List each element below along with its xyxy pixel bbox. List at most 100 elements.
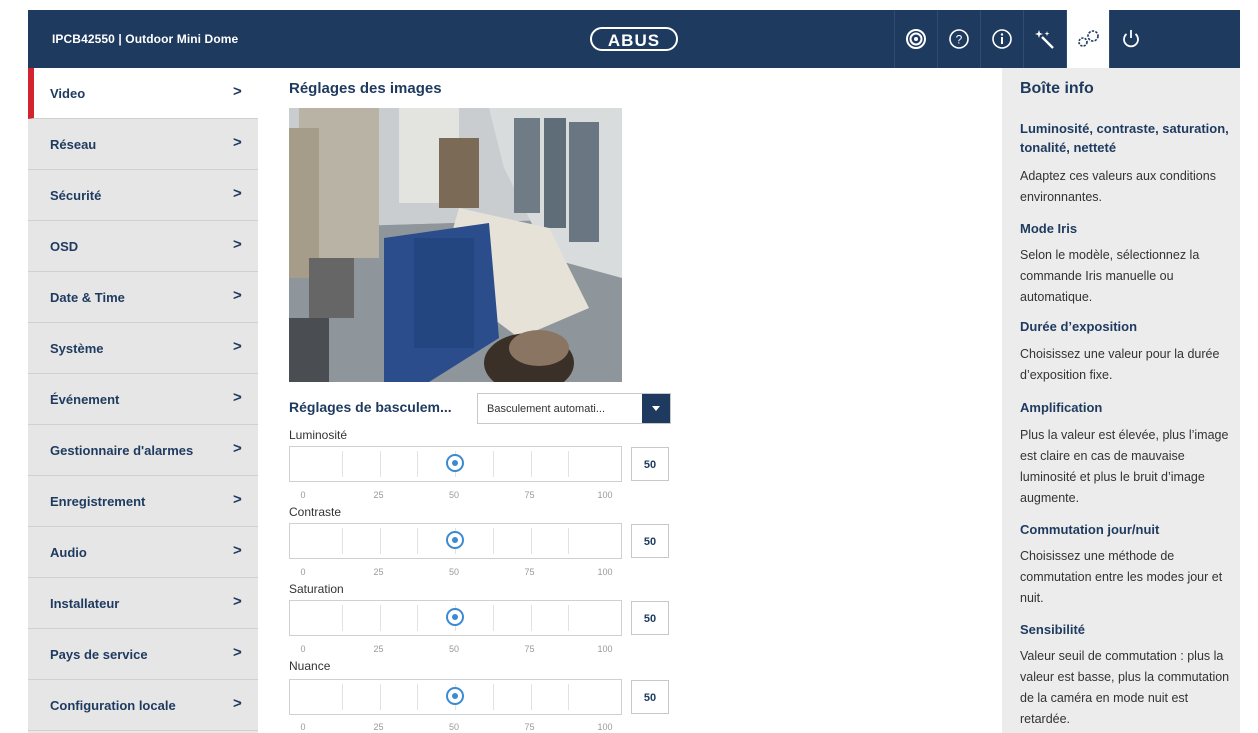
chevron-right-icon: > (233, 542, 242, 559)
slider-gridline (379, 605, 381, 631)
slider-gridline (341, 528, 343, 554)
camera-preview (289, 108, 622, 382)
info-text: Choisissez une valeur pour la durée d’ex… (1020, 347, 1220, 382)
info-text: Adaptez ces valeurs aux conditions envir… (1020, 169, 1216, 204)
slider-handle[interactable] (446, 454, 464, 472)
slider-tick-label: 50 (448, 722, 460, 732)
svg-text:?: ? (956, 33, 963, 47)
slider-gridline (530, 684, 532, 710)
chevron-right-icon: > (233, 593, 242, 610)
slider-gridline (417, 684, 419, 710)
slider-nuance[interactable] (289, 679, 622, 715)
luminosite-value-field[interactable]: 50 (631, 447, 669, 481)
slider-tick-label: 25 (373, 567, 384, 577)
sidebar-item-osd[interactable]: OSD > (28, 221, 258, 272)
sidebar-item-securite[interactable]: Sécurité > (28, 170, 258, 221)
slider-contraste[interactable] (289, 523, 622, 559)
info-heading: Amplification (1020, 400, 1103, 415)
sidebar-item-pays-de-service[interactable]: Pays de service > (28, 629, 258, 680)
slider-gridline (341, 451, 343, 477)
chevron-down-icon[interactable] (642, 394, 670, 423)
sidebar-item-label: OSD (50, 239, 79, 254)
chevron-right-icon: > (233, 83, 242, 100)
live-view-icon[interactable] (894, 10, 937, 68)
slider-ticks: 0 25 50 75 100 (289, 567, 622, 577)
slider-tick-label: 0 (300, 722, 306, 732)
slider-gridline (379, 684, 381, 710)
info-text: Selon le modèle, sélectionnez la command… (1020, 248, 1200, 304)
info-panel: Boîte info Luminosité, contraste, satura… (1002, 68, 1240, 733)
wand-icon[interactable] (1023, 10, 1066, 68)
slider-ticks: 0 25 50 75 100 (289, 490, 622, 500)
slider-tick-label: 25 (373, 644, 384, 654)
settings-gears-icon[interactable] (1066, 10, 1109, 68)
info-text: Choisissez une méthode de commutation en… (1020, 549, 1223, 605)
sidebar-item-date-time[interactable]: Date & Time > (28, 272, 258, 323)
slider-tick-label: 0 (300, 644, 306, 654)
power-icon[interactable] (1109, 10, 1152, 68)
sidebar-item-configuration-locale[interactable]: Configuration locale > (28, 680, 258, 731)
chevron-right-icon: > (233, 338, 242, 355)
abus-logo: ABUS (590, 27, 678, 51)
slider-gridline (379, 528, 381, 554)
slider-gridline (417, 451, 419, 477)
switch-mode-dropdown[interactable]: Basculement automati... (477, 393, 671, 424)
sidebar-item-systeme[interactable]: Système > (28, 323, 258, 374)
slider-label-saturation: Saturation (289, 582, 344, 596)
sidebar-item-audio[interactable]: Audio > (28, 527, 258, 578)
help-icon[interactable]: ? (937, 10, 980, 68)
slider-gridline (341, 684, 343, 710)
slider-tick-label: 0 (300, 490, 306, 500)
toolbar: ? (894, 10, 1152, 68)
sidebar-item-label: Réseau (50, 137, 97, 152)
chevron-right-icon: > (233, 644, 242, 661)
slider-tick-label: 50 (448, 567, 460, 577)
info-heading: Durée d’exposition (1020, 319, 1138, 334)
slider-tick-label: 100 (597, 490, 613, 500)
sidebar-item-gestionnaire-alarmes[interactable]: Gestionnaire d'alarmes > (28, 425, 258, 476)
chevron-right-icon: > (233, 389, 242, 406)
chevron-right-icon: > (233, 440, 242, 457)
sidebar-item-label: Configuration locale (50, 698, 176, 713)
slider-label-nuance: Nuance (289, 659, 331, 673)
chevron-right-icon: > (233, 695, 242, 712)
info-heading: Mode Iris (1020, 221, 1078, 236)
slider-tick-label: 100 (597, 722, 613, 732)
sidebar-item-installateur[interactable]: Installateur > (28, 578, 258, 629)
sidebar-item-label: Gestionnaire d'alarmes (50, 443, 194, 458)
page-title: Réglages des images (289, 80, 442, 97)
chevron-right-icon: > (233, 134, 242, 151)
slider-gridline (568, 684, 570, 710)
slider-saturation[interactable] (289, 600, 622, 636)
nuance-value-field[interactable]: 50 (631, 680, 669, 714)
sidebar-item-label: Enregistrement (50, 494, 146, 509)
slider-gridline (530, 605, 532, 631)
info-icon[interactable] (980, 10, 1023, 68)
sidebar-item-reseau[interactable]: Réseau > (28, 119, 258, 170)
slider-handle[interactable] (446, 608, 464, 626)
slider-gridline (492, 451, 494, 477)
slider-luminosite[interactable] (289, 446, 622, 482)
info-text: Valeur seuil de commutation : plus la va… (1020, 649, 1230, 726)
info-text: Plus la valeur est élevée, plus l’image … (1020, 428, 1229, 505)
slider-tick-label: 75 (524, 567, 535, 577)
contraste-value-field[interactable]: 50 (631, 524, 669, 558)
sidebar-item-evenement[interactable]: Événement > (28, 374, 258, 425)
info-heading: Luminosité, contraste, saturation, tonal… (1020, 121, 1229, 155)
info-title: Boîte info (1020, 80, 1094, 97)
saturation-value-field[interactable]: 50 (631, 601, 669, 635)
slider-handle[interactable] (446, 531, 464, 549)
sidebar-item-label: Audio (50, 545, 87, 560)
switch-mode-value: Basculement automati... (487, 403, 606, 415)
slider-tick-label: 75 (524, 644, 535, 654)
slider-tick-label: 0 (300, 567, 306, 577)
slider-gridline (568, 605, 570, 631)
sidebar-item-label: Video (50, 86, 86, 101)
sidebar-item-label: Date & Time (50, 290, 125, 305)
slider-handle[interactable] (446, 687, 464, 705)
sidebar-item-video[interactable]: Video > (28, 68, 258, 119)
sidebar-item-enregistrement[interactable]: Enregistrement > (28, 476, 258, 527)
chevron-right-icon: > (233, 185, 242, 202)
sidebar-item-label: Pays de service (50, 647, 148, 662)
slider-tick-label: 75 (524, 722, 535, 732)
